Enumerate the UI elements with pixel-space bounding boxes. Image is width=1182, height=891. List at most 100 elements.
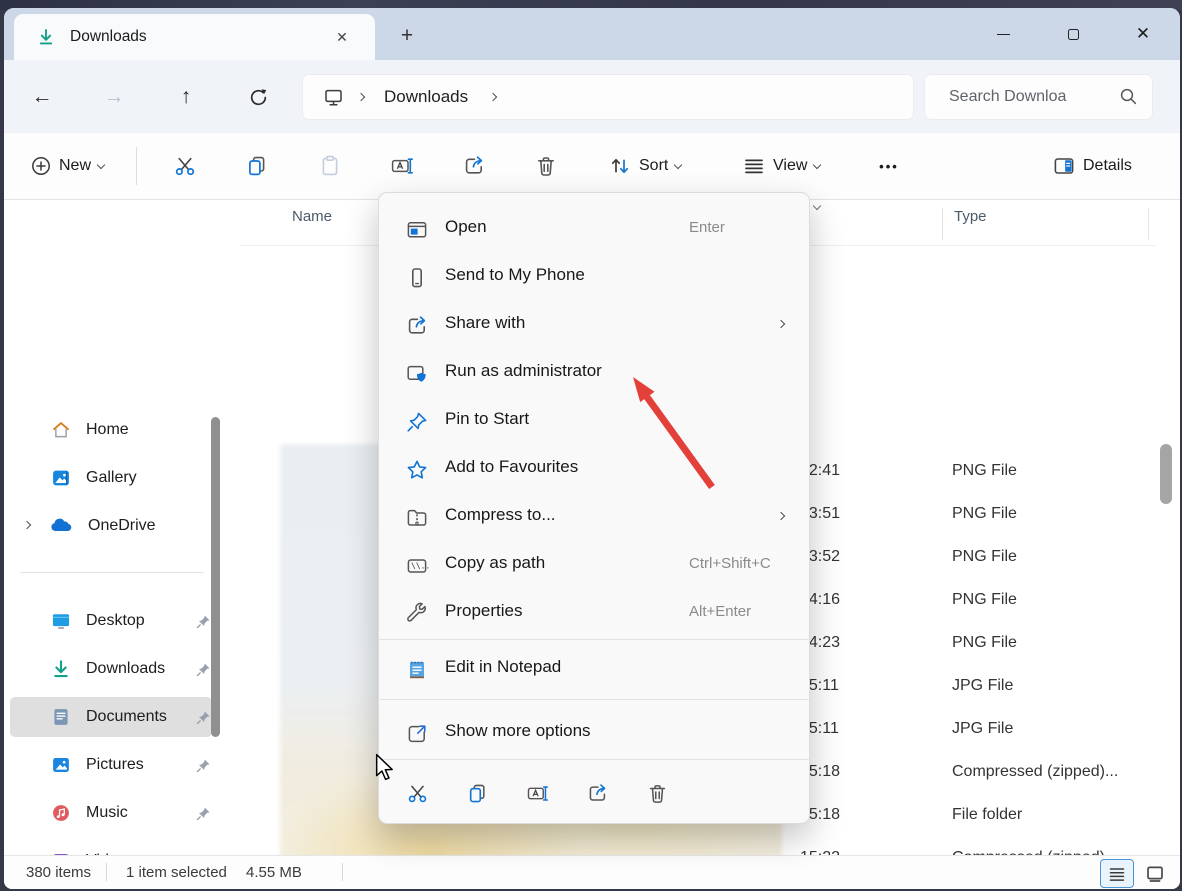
menu-copy-button[interactable] bbox=[455, 771, 499, 815]
downloads-icon bbox=[36, 27, 56, 47]
copy-as-path-icon: \\.. bbox=[405, 554, 429, 578]
cut-icon bbox=[173, 154, 197, 178]
breadcrumb-chevron-icon[interactable] bbox=[489, 93, 497, 101]
pin-icon bbox=[196, 614, 211, 629]
close-button[interactable]: ✕ bbox=[1120, 8, 1166, 60]
sidebar-item-desktop[interactable]: Desktop bbox=[10, 601, 212, 641]
music-icon bbox=[50, 802, 72, 824]
vertical-scrollbar[interactable] bbox=[1160, 444, 1172, 504]
up-button[interactable]: ↑ bbox=[169, 80, 203, 114]
sort-icon bbox=[608, 154, 632, 178]
list-view-icon bbox=[1108, 865, 1126, 883]
menu-cut-button[interactable] bbox=[395, 771, 439, 815]
refresh-button[interactable] bbox=[241, 80, 275, 114]
large-icons-view-icon bbox=[1145, 864, 1165, 884]
more-options-button[interactable]: ••• bbox=[866, 145, 912, 187]
menu-item-open[interactable]: OpenEnter bbox=[384, 205, 806, 253]
search-box[interactable] bbox=[925, 75, 1152, 119]
menu-item-run-as-administrator[interactable]: Run as administrator bbox=[384, 349, 806, 397]
selection-size: 4.55 MB bbox=[246, 864, 302, 881]
minimize-button[interactable] bbox=[980, 8, 1026, 60]
details-pane-button[interactable]: Details bbox=[1044, 145, 1147, 187]
cut-button[interactable] bbox=[161, 145, 209, 187]
sort-button[interactable]: Sort bbox=[600, 145, 689, 187]
this-pc-icon bbox=[323, 87, 344, 108]
pin-icon bbox=[196, 806, 211, 821]
share-button[interactable] bbox=[450, 145, 498, 187]
view-button[interactable]: View bbox=[734, 145, 828, 187]
menu-item-share-with[interactable]: Share with bbox=[384, 301, 806, 349]
menu-item-copy-as-path[interactable]: \\.. Copy as pathCtrl+Shift+C bbox=[384, 541, 806, 589]
show-more-options-icon bbox=[405, 722, 429, 746]
details-pane-icon bbox=[1052, 154, 1076, 178]
gallery-icon bbox=[50, 467, 72, 489]
new-button[interactable]: New bbox=[20, 145, 114, 187]
onedrive-icon bbox=[50, 514, 74, 538]
command-bar: New Sort View ••• bbox=[4, 133, 1180, 200]
star-outline-icon bbox=[405, 458, 429, 482]
column-header-type[interactable]: Type bbox=[954, 208, 987, 225]
menu-item-send-to-phone[interactable]: Send to My Phone bbox=[384, 253, 806, 301]
menu-rename-button[interactable] bbox=[515, 771, 559, 815]
expand-chevron-icon[interactable] bbox=[23, 521, 31, 529]
file-explorer-window: Downloads ✕ + ✕ ← → ↑ Downloads bbox=[4, 8, 1180, 889]
forward-button[interactable]: → bbox=[97, 80, 131, 114]
chevron-down-icon bbox=[97, 160, 105, 168]
admin-shield-icon bbox=[405, 362, 429, 386]
breadcrumb-chevron-icon bbox=[357, 93, 365, 101]
search-icon[interactable] bbox=[1119, 87, 1138, 106]
breadcrumb-downloads[interactable]: Downloads bbox=[384, 87, 468, 107]
copy-button[interactable] bbox=[233, 145, 281, 187]
navigation-bar: ← → ↑ Downloads bbox=[4, 60, 1180, 133]
pin-icon bbox=[196, 662, 211, 677]
sidebar-item-gallery[interactable]: Gallery bbox=[10, 458, 212, 498]
menu-delete-button[interactable] bbox=[635, 771, 679, 815]
paste-button[interactable] bbox=[306, 145, 354, 187]
back-button[interactable]: ← bbox=[25, 80, 59, 114]
home-icon bbox=[50, 419, 72, 441]
tab-close-icon[interactable]: ✕ bbox=[331, 26, 353, 48]
sort-descending-icon bbox=[813, 202, 821, 210]
documents-icon bbox=[50, 706, 72, 728]
share-icon bbox=[462, 154, 486, 178]
downloads-icon bbox=[50, 658, 72, 680]
menu-item-show-more-options[interactable]: Show more options bbox=[384, 709, 806, 757]
pictures-icon bbox=[50, 754, 72, 776]
paste-icon bbox=[318, 154, 342, 178]
search-input[interactable] bbox=[949, 75, 1119, 119]
sidebar-scrollbar[interactable] bbox=[211, 417, 220, 737]
notepad-icon bbox=[405, 658, 429, 682]
submenu-chevron-icon bbox=[777, 512, 785, 520]
maximize-button[interactable] bbox=[1050, 8, 1096, 60]
sidebar-item-onedrive[interactable]: OneDrive bbox=[10, 506, 212, 546]
plus-circle-icon bbox=[30, 155, 52, 177]
chevron-down-icon bbox=[813, 160, 821, 168]
rename-button[interactable] bbox=[378, 145, 426, 187]
wrench-icon bbox=[405, 602, 429, 626]
menu-item-properties[interactable]: PropertiesAlt+Enter bbox=[384, 589, 806, 637]
desktop-icon bbox=[50, 610, 72, 632]
sidebar-item-music[interactable]: Music bbox=[10, 793, 212, 833]
new-tab-button[interactable]: + bbox=[393, 22, 421, 50]
details-view-toggle[interactable] bbox=[1100, 859, 1134, 888]
menu-share-button[interactable] bbox=[575, 771, 619, 815]
address-bar[interactable]: Downloads bbox=[303, 75, 913, 119]
column-header-name[interactable]: Name bbox=[292, 208, 332, 225]
sidebar-item-pictures[interactable]: Pictures bbox=[10, 745, 212, 785]
thumbnail-view-toggle[interactable] bbox=[1138, 859, 1172, 888]
rename-icon bbox=[390, 154, 414, 178]
sidebar-item-downloads[interactable]: Downloads bbox=[10, 649, 212, 689]
view-icon bbox=[742, 154, 766, 178]
sidebar-item-documents[interactable]: Documents bbox=[10, 697, 212, 737]
menu-item-add-to-favourites[interactable]: Add to Favourites bbox=[384, 445, 806, 493]
explorer-tab[interactable]: Downloads ✕ bbox=[14, 14, 375, 60]
selection-count: 1 item selected bbox=[126, 864, 227, 881]
menu-item-edit-in-notepad[interactable]: Edit in Notepad bbox=[384, 645, 806, 693]
menu-item-compress-to[interactable]: Compress to... bbox=[384, 493, 806, 541]
chevron-down-icon bbox=[674, 160, 682, 168]
pin-icon bbox=[196, 710, 211, 725]
delete-button[interactable] bbox=[522, 145, 570, 187]
sidebar-item-home[interactable]: Home bbox=[10, 410, 212, 450]
pin-outline-icon bbox=[405, 410, 429, 434]
menu-item-pin-to-start[interactable]: Pin to Start bbox=[384, 397, 806, 445]
